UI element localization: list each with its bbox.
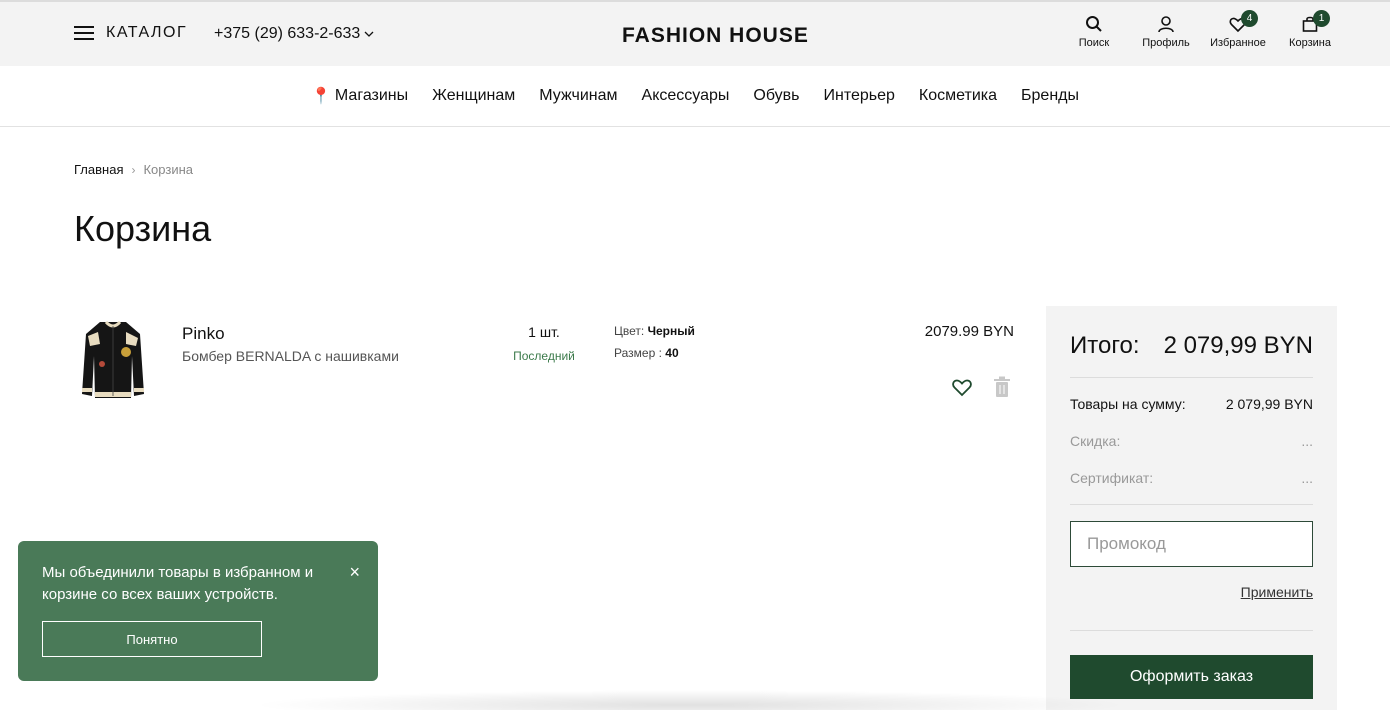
add-to-favorites-heart-icon[interactable] xyxy=(951,376,973,398)
nav-item-women[interactable]: Женщинам xyxy=(432,87,515,105)
map-pin-icon: 📍 xyxy=(311,88,331,105)
apply-promo-link[interactable]: Применить xyxy=(1241,584,1313,600)
goods-value: 2 079,99 BYN xyxy=(1225,396,1313,412)
product-color: Цвет: Черный xyxy=(614,324,695,338)
stock-note: Последний xyxy=(513,349,575,363)
discount-value: ... xyxy=(1301,433,1313,449)
user-icon xyxy=(1158,16,1174,33)
discount-row: Скидка: ... xyxy=(1070,433,1313,449)
nav-item-shoes[interactable]: Обувь xyxy=(753,87,799,105)
product-image[interactable] xyxy=(78,316,148,402)
site-logo[interactable]: FASHION HOUSE xyxy=(622,24,809,48)
breadcrumb-current: Корзина xyxy=(143,162,194,177)
product-quantity: 1 шт. xyxy=(528,324,560,340)
goods-label: Товары на сумму: xyxy=(1070,396,1186,412)
favorites-count-badge: 4 xyxy=(1241,10,1258,27)
goods-row: Товары на сумму: 2 079,99 BYN xyxy=(1070,396,1313,412)
divider xyxy=(1070,630,1313,631)
promo-code-input[interactable] xyxy=(1070,521,1313,567)
close-icon[interactable]: × xyxy=(349,563,360,581)
catalog-label: КАТАЛОГ xyxy=(106,24,188,41)
nav-item-accessories[interactable]: Аксессуары xyxy=(642,87,730,105)
phone-number: +375 (29) 633-2-633 xyxy=(214,25,361,42)
chevron-down-icon xyxy=(364,31,374,37)
nav-item-brands[interactable]: Бренды xyxy=(1021,87,1079,105)
top-header: КАТАЛОГ +375 (29) 633-2-633 FASHION HOUS… xyxy=(0,0,1390,66)
breadcrumb: Главная › Корзина xyxy=(74,162,193,177)
nav-item-cosmetics[interactable]: Косметика xyxy=(919,87,997,105)
chevron-right-icon: › xyxy=(131,162,136,177)
search-icon xyxy=(1086,16,1102,32)
nav-item-interior[interactable]: Интерьер xyxy=(823,87,894,105)
profile-label: Профиль xyxy=(1142,37,1190,49)
notification-text: Мы объединили товары в избранном и корзи… xyxy=(42,564,314,603)
nav-item-men[interactable]: Мужчинам xyxy=(539,87,617,105)
page-title: Корзина xyxy=(74,208,212,249)
sync-notification: Мы объединили товары в избранном и корзи… xyxy=(18,541,378,681)
size-label: Размер : xyxy=(614,346,662,360)
product-size: Размер : 40 xyxy=(614,346,679,360)
product-price: 2079.99 BYN xyxy=(924,323,1014,340)
discount-label: Скидка: xyxy=(1070,433,1121,449)
favorites-button[interactable]: 4 Избранное xyxy=(1210,10,1266,49)
divider xyxy=(1070,377,1313,378)
header-icons: Поиск Профиль 4 Избранное 1 Корзина xyxy=(1066,10,1338,49)
acknowledge-button[interactable]: Понятно xyxy=(42,621,262,657)
remove-trash-icon[interactable] xyxy=(991,375,1013,399)
cart-button[interactable]: 1 Корзина xyxy=(1282,10,1338,49)
product-name[interactable]: Бомбер BERNALDA с нашивками xyxy=(182,348,399,364)
catalog-button[interactable]: КАТАЛОГ xyxy=(74,24,187,42)
summary-total: Итого: 2 079,99 BYN xyxy=(1070,332,1313,360)
bottom-shadow xyxy=(250,690,1130,710)
main-nav: 📍 Магазины Женщинам Мужчинам Аксессуары О… xyxy=(0,66,1390,127)
nav-item-stores[interactable]: 📍 Магазины xyxy=(311,86,408,106)
cart-count-badge: 1 xyxy=(1313,10,1330,27)
breadcrumb-home[interactable]: Главная xyxy=(74,162,123,177)
profile-button[interactable]: Профиль xyxy=(1138,14,1194,49)
favorites-label: Избранное xyxy=(1210,37,1266,49)
order-summary: Итого: 2 079,99 BYN Товары на сумму: 2 0… xyxy=(1046,306,1337,710)
nav-label-stores: Магазины xyxy=(334,87,409,104)
total-value: 2 079,99 BYN xyxy=(1163,332,1313,359)
menu-icon xyxy=(74,26,94,40)
search-label: Поиск xyxy=(1078,37,1110,49)
search-button[interactable]: Поиск xyxy=(1066,14,1122,49)
size-value: 40 xyxy=(665,346,679,360)
divider xyxy=(1070,504,1313,505)
certificate-row: Сертификат: ... xyxy=(1070,470,1313,486)
certificate-label: Сертификат: xyxy=(1070,470,1154,486)
color-value: Черный xyxy=(647,324,695,338)
certificate-value: ... xyxy=(1301,470,1313,486)
cart-label: Корзина xyxy=(1289,37,1331,49)
product-brand[interactable]: Pinko xyxy=(182,324,225,344)
total-label: Итого: xyxy=(1070,332,1140,359)
color-label: Цвет: xyxy=(614,324,645,338)
phone-dropdown[interactable]: +375 (29) 633-2-633 xyxy=(214,25,374,43)
